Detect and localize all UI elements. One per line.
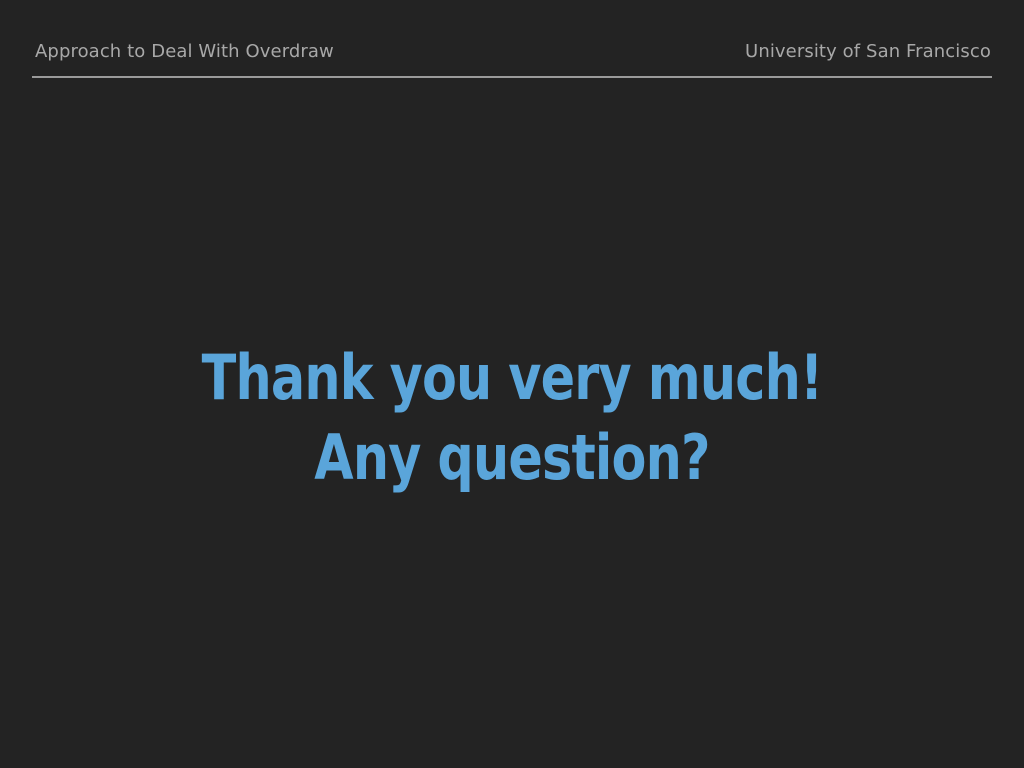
slide: Approach to Deal With Overdraw Universit…	[0, 0, 1024, 768]
presentation-title: Approach to Deal With Overdraw	[35, 41, 334, 62]
header-divider	[32, 76, 992, 78]
thank-you-heading: Thank you very much!	[201, 341, 823, 414]
slide-body: Thank you very much! Any question?	[0, 338, 1024, 498]
slide-header: Approach to Deal With Overdraw Universit…	[35, 38, 991, 68]
institution-name: University of San Francisco	[745, 41, 991, 62]
question-heading: Any question?	[314, 421, 710, 494]
